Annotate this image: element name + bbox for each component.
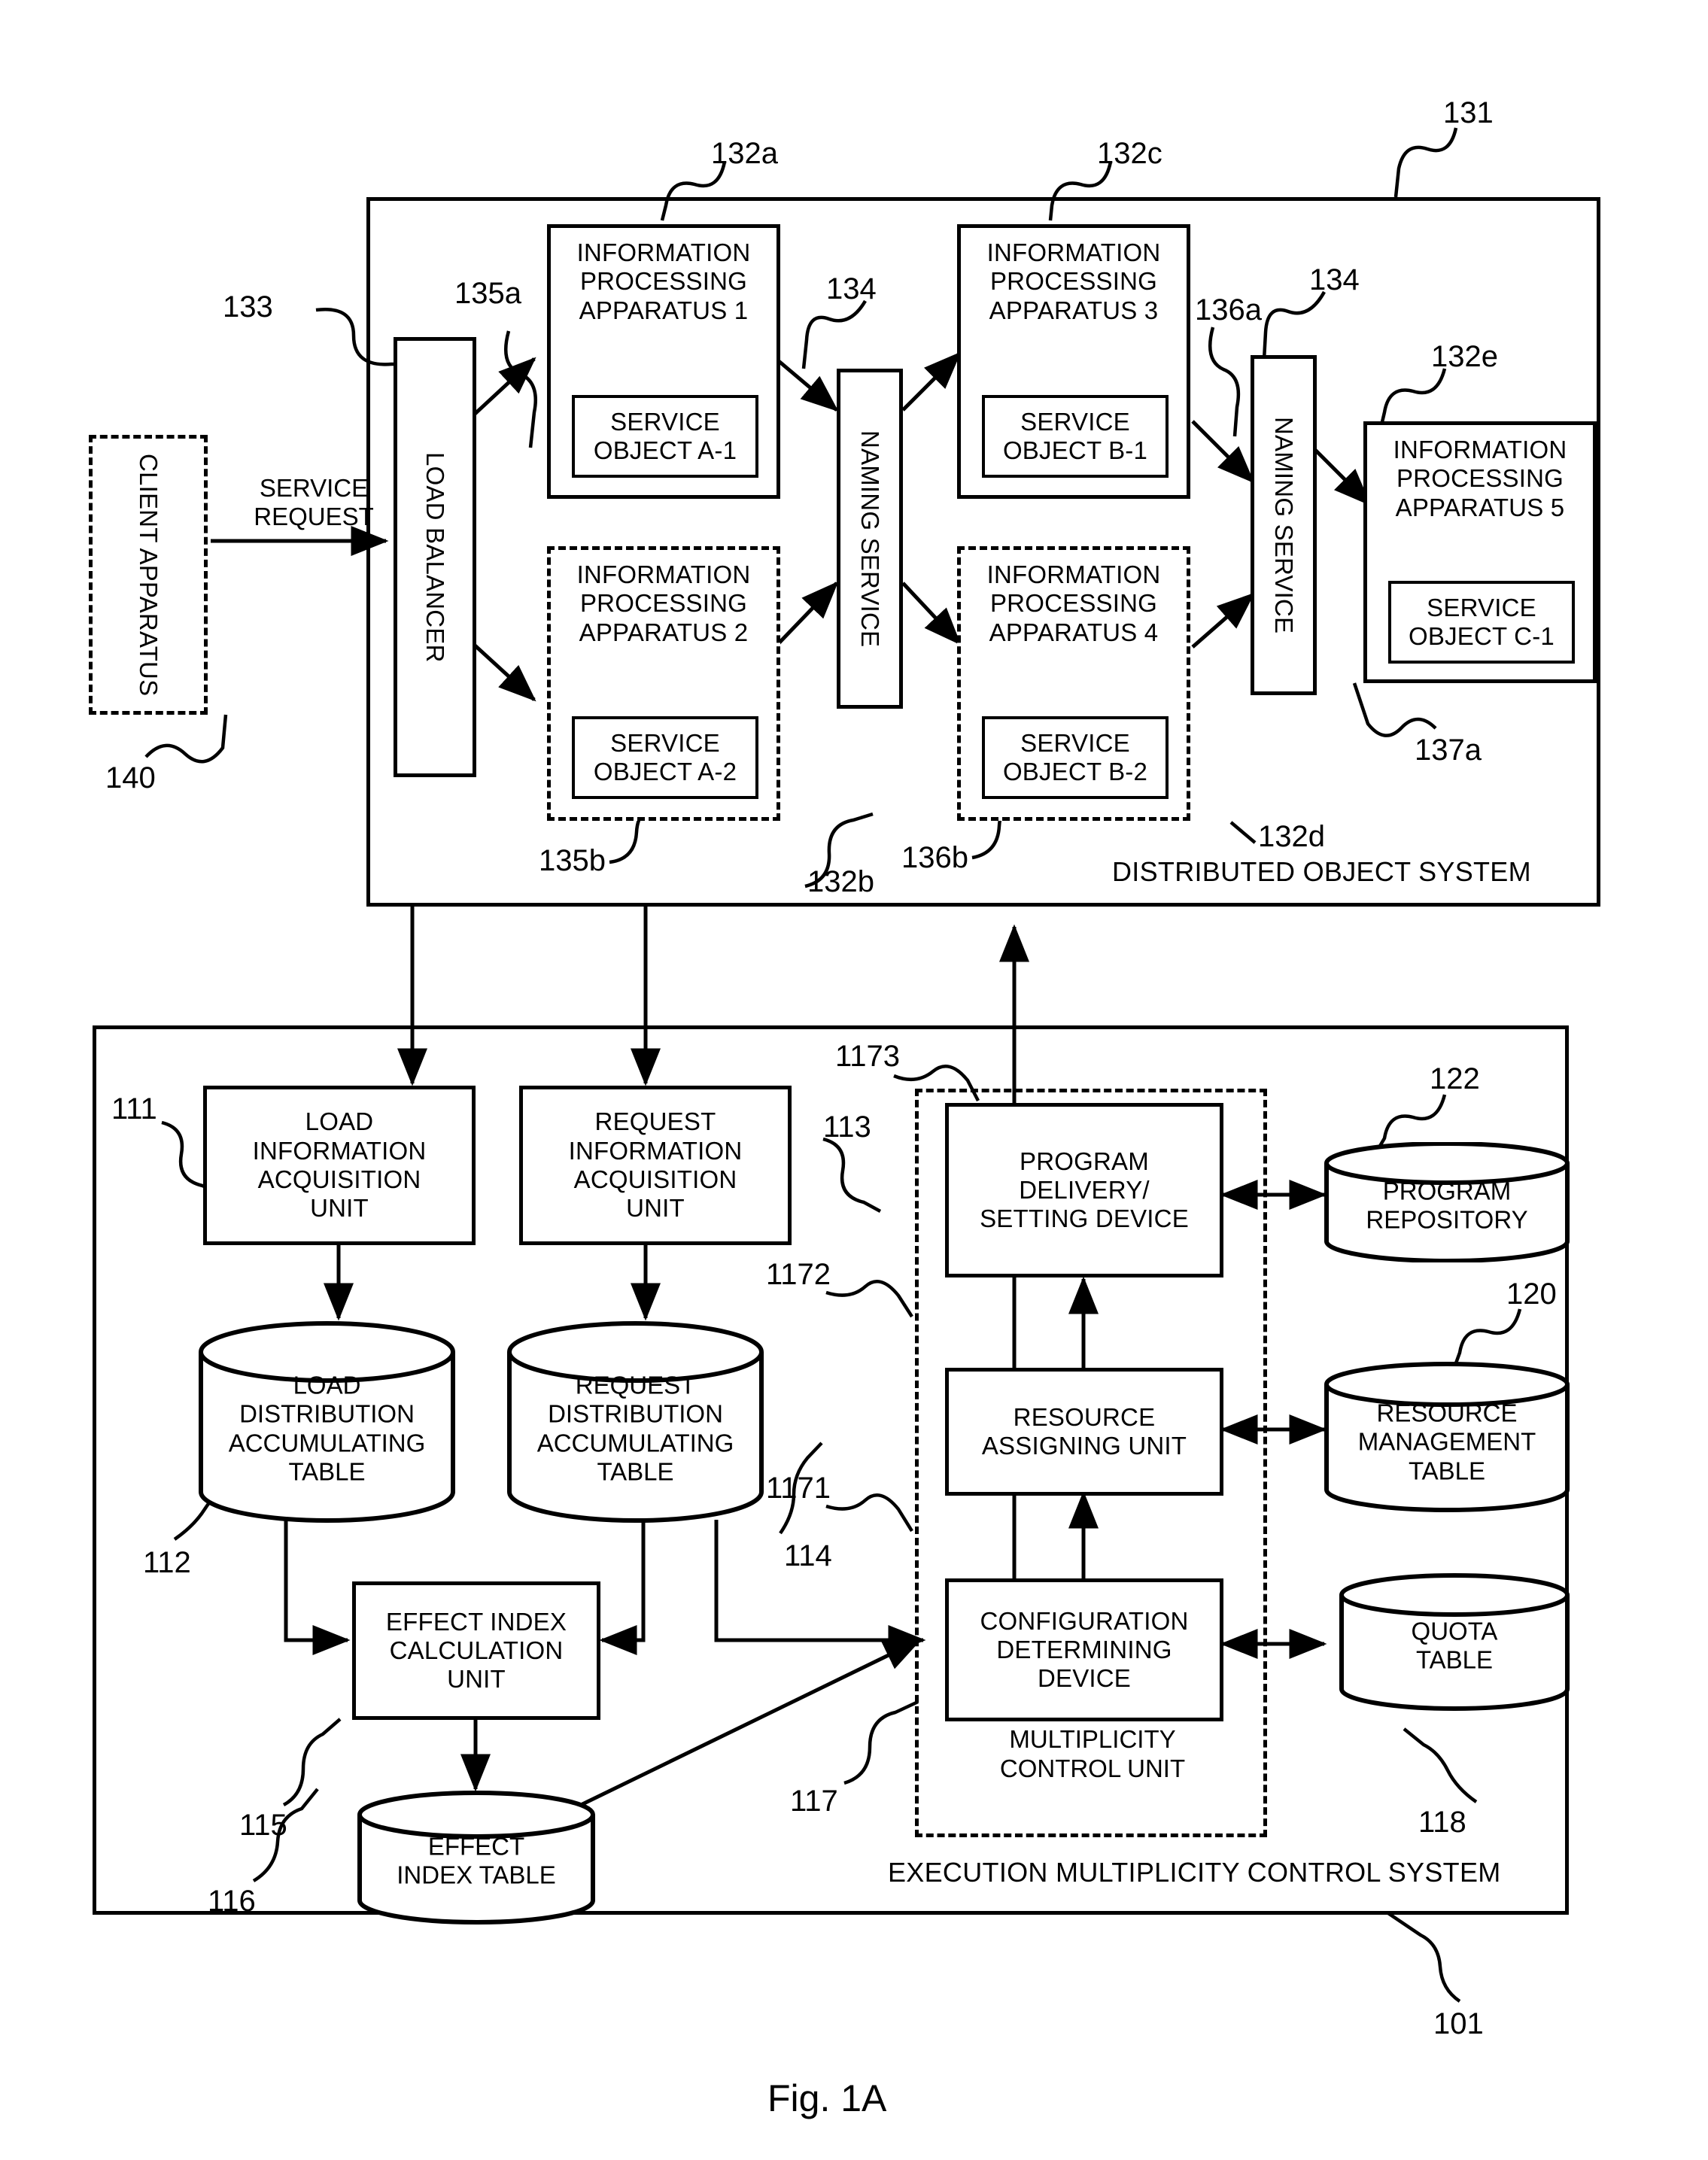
effect-index-table-label: EFFECT INDEX TABLE [397,1832,556,1889]
client-apparatus: CLIENT APPARATUS [89,435,208,715]
configuration-determining-device: CONFIGURATION DETERMINING DEVICE [945,1578,1223,1721]
ref-131: 131 [1443,96,1494,129]
service-object-a-2-label: SERVICE OBJECT A-2 [593,728,737,785]
resource-assigning-unit-label: RESOURCE ASSIGNING UNIT [981,1402,1187,1460]
naming-service-2: NAMING SERVICE [1251,355,1317,695]
service-request-label: SERVICE REQUEST [254,474,374,531]
ref-118: 118 [1418,1806,1466,1839]
service-object-a-2: SERVICE OBJECT A-2 [572,716,758,799]
configuration-determining-device-label: CONFIGURATION DETERMINING DEVICE [980,1606,1189,1693]
patent-figure-page: DISTRIBUTED OBJECT SYSTEM 131 CLIENT APP… [0,0,1708,2160]
ref-134-first: 134 [826,272,877,305]
ref-133: 133 [223,290,273,324]
load-distribution-accumulating-table: LOAD DISTRIBUTION ACCUMULATING TABLE [197,1320,457,1524]
ref-136a: 136a [1195,293,1262,327]
ref-1171: 1171 [766,1472,831,1505]
request-distribution-accumulating-table-label: REQUEST DISTRIBUTION ACCUMULATING TABLE [536,1371,734,1486]
service-object-a-1-label: SERVICE OBJECT A-1 [593,407,737,464]
request-information-acquisition-unit: REQUEST INFORMATION ACQUISITION UNIT [519,1086,792,1245]
apparatus-1-label: INFORMATION PROCESSING APPARATUS 1 [576,238,751,324]
program-delivery-setting-device-label: PROGRAM DELIVERY/ SETTING DEVICE [980,1147,1189,1233]
execution-multiplicity-control-system-title: EXECUTION MULTIPLICITY CONTROL SYSTEM [888,1857,1501,1888]
naming-service-1: NAMING SERVICE [837,369,903,709]
load-balancer: LOAD BALANCER [394,337,476,777]
effect-index-table: EFFECT INDEX TABLE [356,1791,597,1925]
resource-management-table: RESOURCE MANAGEMENT TABLE [1323,1362,1571,1512]
program-repository-label: PROGRAM REPOSITORY [1366,1177,1528,1234]
service-object-b-2: SERVICE OBJECT B-2 [982,716,1169,799]
distributed-object-system-title: DISTRIBUTED OBJECT SYSTEM [1112,856,1531,887]
service-object-b-1: SERVICE OBJECT B-1 [982,395,1169,478]
apparatus-4-label: INFORMATION PROCESSING APPARATUS 4 [986,561,1161,646]
ref-122: 122 [1430,1062,1480,1095]
naming-service-2-label: NAMING SERVICE [1270,416,1299,634]
resource-assigning-unit: RESOURCE ASSIGNING UNIT [945,1368,1223,1496]
ref-132c: 132c [1097,137,1162,170]
load-balancer-label: LOAD BALANCER [421,451,450,663]
ref-115: 115 [239,1809,287,1842]
ref-137a: 137a [1415,734,1482,767]
ref-112: 112 [143,1546,191,1579]
load-distribution-accumulating-table-label: LOAD DISTRIBUTION ACCUMULATING TABLE [228,1371,426,1486]
request-distribution-accumulating-table: REQUEST DISTRIBUTION ACCUMULATING TABLE [506,1320,765,1524]
ref-136b: 136b [901,841,968,874]
ref-120: 120 [1506,1277,1557,1311]
service-object-c-1-label: SERVICE OBJECT C-1 [1409,593,1555,650]
effect-index-calculation-unit-label: EFFECT INDEX CALCULATION UNIT [385,1607,567,1694]
ref-132e: 132e [1431,340,1498,373]
ref-101: 101 [1433,2007,1484,2040]
program-delivery-setting-device: PROGRAM DELIVERY/ SETTING DEVICE [945,1103,1223,1277]
ref-113: 113 [823,1110,871,1144]
request-information-acquisition-unit-label: REQUEST INFORMATION ACQUISITION UNIT [568,1107,743,1223]
ref-111: 111 [111,1092,157,1126]
apparatus-2-label: INFORMATION PROCESSING APPARATUS 2 [576,561,751,646]
program-repository: PROGRAM REPOSITORY [1323,1142,1571,1262]
client-apparatus-label: CLIENT APPARATUS [135,453,163,697]
ref-1172: 1172 [766,1258,831,1291]
ref-135a: 135a [454,277,521,310]
service-object-c-1: SERVICE OBJECT C-1 [1388,581,1575,664]
naming-service-1-label: NAMING SERVICE [856,430,885,648]
quota-table: QUOTA TABLE [1338,1572,1571,1712]
quota-table-label: QUOTA TABLE [1411,1616,1498,1674]
apparatus-5-label: INFORMATION PROCESSING APPARATUS 5 [1393,436,1567,521]
ref-1173: 1173 [835,1040,901,1073]
service-object-b-1-label: SERVICE OBJECT B-1 [1002,407,1148,464]
ref-114: 114 [784,1539,832,1572]
ref-135b: 135b [539,844,606,877]
effect-index-calculation-unit: EFFECT INDEX CALCULATION UNIT [352,1581,600,1720]
load-information-acquisition-unit: LOAD INFORMATION ACQUISITION UNIT [203,1086,476,1245]
service-object-b-2-label: SERVICE OBJECT B-2 [1002,728,1148,785]
load-information-acquisition-unit-label: LOAD INFORMATION ACQUISITION UNIT [252,1107,427,1223]
ref-116: 116 [208,1885,256,1918]
ref-132d: 132d [1258,820,1325,853]
resource-management-table-label: RESOURCE MANAGEMENT TABLE [1357,1399,1536,1485]
service-object-a-1: SERVICE OBJECT A-1 [572,395,758,478]
figure-caption: Fig. 1A [767,2077,887,2119]
ref-140: 140 [105,761,156,794]
ref-117: 117 [790,1785,838,1818]
ref-132a: 132a [711,137,778,170]
ref-132b: 132b [807,865,874,898]
apparatus-3-label: INFORMATION PROCESSING APPARATUS 3 [986,238,1161,324]
ref-134-second: 134 [1309,263,1360,296]
